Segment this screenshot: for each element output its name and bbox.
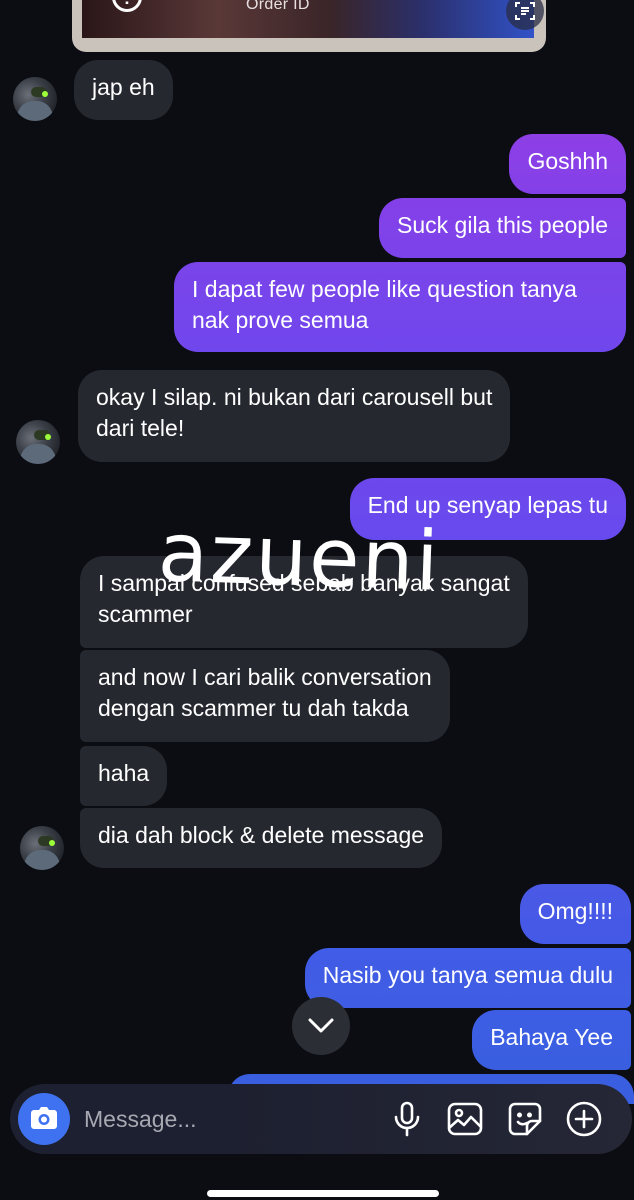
message-bubble-received[interactable]: haha [80, 746, 168, 806]
chevron-down-icon [308, 1018, 334, 1033]
message-bubble-sent[interactable]: I dapat few people like question tanya n… [174, 262, 626, 352]
sticker-icon [508, 1102, 542, 1136]
camera-button[interactable] [18, 1093, 70, 1145]
shared-image-content: ! Order ID [82, 0, 544, 38]
avatar[interactable] [16, 420, 60, 464]
message-bubble-sent[interactable]: Bahaya Yee [472, 1010, 631, 1070]
message-bubble-received[interactable]: I sampai confused sebab banyak sangat sc… [80, 556, 528, 648]
avatar[interactable] [13, 77, 57, 121]
gallery-button[interactable] [446, 1100, 484, 1138]
info-icon[interactable]: ! [112, 0, 142, 12]
message-input[interactable] [84, 1102, 354, 1136]
message-bubble-received[interactable]: jap eh [74, 60, 173, 120]
chat-thread[interactable]: ! Order ID jap eh Goshhh Suck gila this … [0, 0, 634, 1200]
message-bubble-received[interactable]: dia dah block & delete message [80, 808, 443, 868]
scroll-to-bottom-button[interactable] [292, 997, 350, 1055]
avatar[interactable] [20, 826, 64, 870]
home-indicator [207, 1190, 439, 1197]
message-bubble-sent[interactable]: End up senyap lepas tu [349, 478, 626, 540]
microphone-button[interactable] [388, 1100, 426, 1138]
gallery-icon [447, 1102, 483, 1136]
message-bubble-received[interactable]: okay I silap. ni bukan dari carousell bu… [78, 370, 511, 462]
sticker-button[interactable] [506, 1100, 544, 1138]
add-icon [566, 1101, 602, 1137]
scan-text-icon[interactable] [506, 0, 544, 30]
message-bubble-sent[interactable]: Suck gila this people [379, 198, 626, 258]
message-bubble-sent[interactable]: Omg!!!! [519, 884, 631, 944]
message-bubble-received[interactable]: and now I cari balik conversation dengan… [80, 650, 450, 742]
shared-image[interactable]: ! Order ID [72, 0, 546, 52]
message-composer [10, 1084, 632, 1154]
message-bubble-sent[interactable]: Goshhh [509, 134, 626, 194]
microphone-icon [394, 1101, 420, 1137]
add-button[interactable] [565, 1100, 603, 1138]
message-bubble-sent[interactable]: Nasib you tanya semua dulu [304, 948, 631, 1008]
order-id-label: Order ID [246, 0, 310, 13]
camera-icon [31, 1107, 57, 1129]
